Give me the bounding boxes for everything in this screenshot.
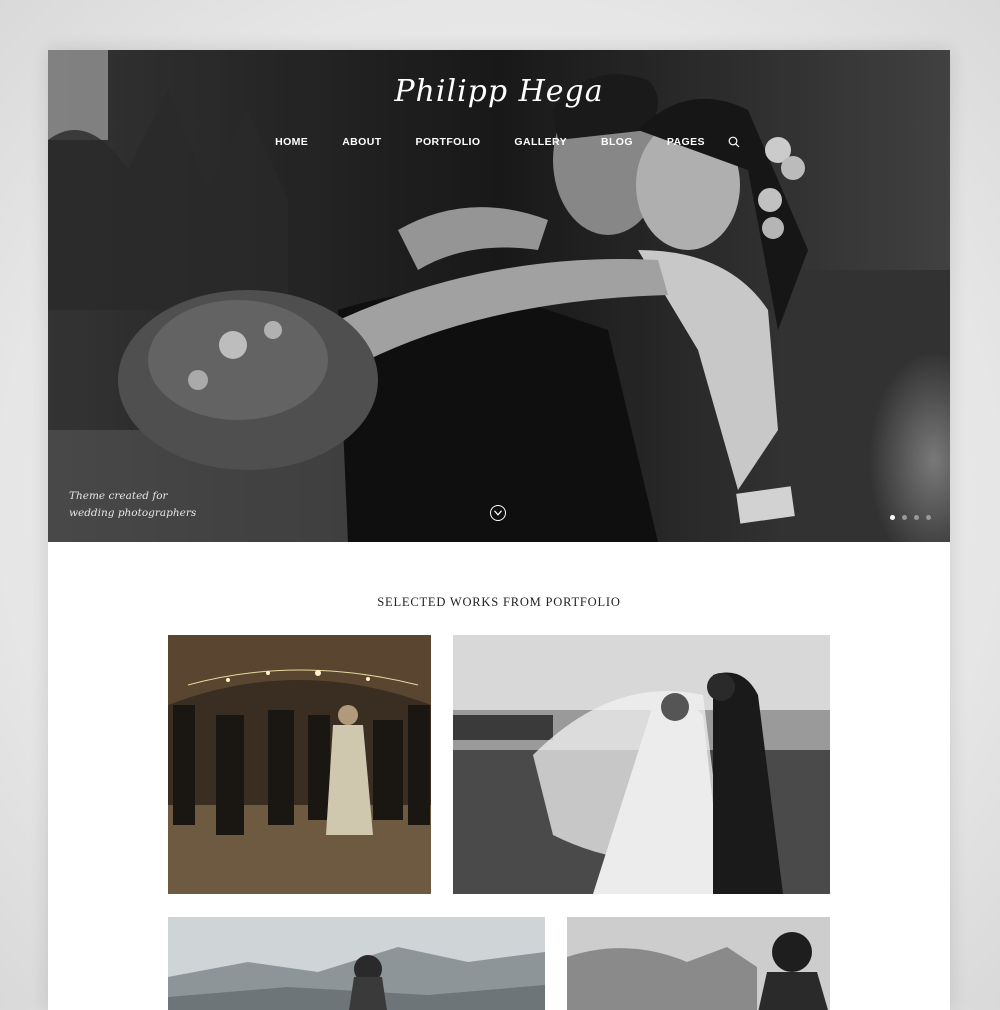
nav-about[interactable]: ABOUT [342, 136, 381, 148]
hero-slider: Philipp Hega HOME ABOUT PORTFOLIO GALLER… [48, 50, 950, 542]
portfolio-image [168, 917, 545, 1010]
tagline-line-1: Theme created for [69, 490, 168, 502]
main-navigation: HOME ABOUT PORTFOLIO GALLERY BLOG PAGES [48, 136, 950, 148]
portfolio-image [453, 635, 830, 894]
slider-dot-2[interactable] [902, 515, 907, 520]
tagline-line-2: wedding photographers [69, 507, 197, 519]
nav-pages[interactable]: PAGES [667, 136, 705, 148]
slider-dot-3[interactable] [914, 515, 919, 520]
portfolio-item-party[interactable] [168, 635, 431, 894]
portfolio-image [168, 635, 431, 894]
search-icon[interactable] [728, 136, 740, 148]
nav-blog[interactable]: BLOG [601, 136, 633, 148]
page: Philipp Hega HOME ABOUT PORTFOLIO GALLER… [48, 50, 950, 1010]
portfolio-item-veil-couple[interactable] [453, 635, 830, 894]
slider-dots [883, 515, 931, 520]
scroll-down-button[interactable] [490, 505, 506, 521]
slider-dot-1[interactable] [890, 515, 895, 520]
portfolio-section-title: SELECTED WORKS FROM PORTFOLIO [377, 595, 621, 609]
slider-dot-4[interactable] [926, 515, 931, 520]
hero-image [48, 50, 950, 542]
portfolio-item-couple-trees[interactable] [567, 917, 830, 1010]
chevron-down-icon [494, 510, 502, 516]
hero-tagline: Theme created for wedding photographers [69, 488, 196, 522]
nav-gallery[interactable]: GALLERY [514, 136, 567, 148]
portfolio-item-bride-landscape[interactable] [168, 917, 545, 1010]
portfolio-image [567, 917, 830, 1010]
site-logo[interactable]: Philipp Hega [48, 74, 950, 109]
nav-portfolio[interactable]: PORTFOLIO [416, 136, 481, 148]
nav-home[interactable]: HOME [275, 136, 308, 148]
